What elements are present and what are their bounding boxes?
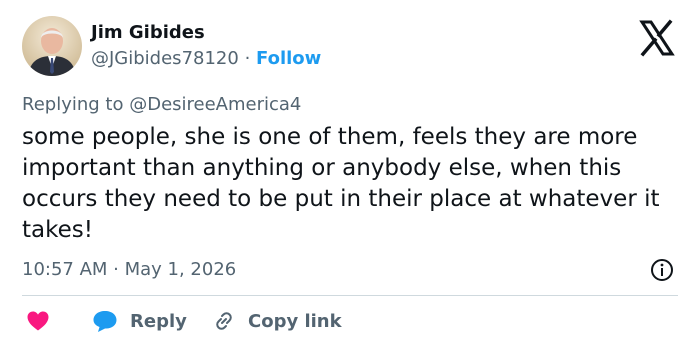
author-name[interactable]: Jim Gibides (91, 21, 205, 45)
author-handle[interactable]: @JGibides78120 (91, 48, 239, 69)
copy-link-button[interactable]: Copy link (212, 305, 342, 337)
replying-prefix: Replying to (22, 94, 124, 115)
divider (22, 295, 678, 296)
separator-dot: · (244, 48, 251, 69)
avatar-image (22, 16, 82, 76)
replying-to: Replying to @DesireeAmerica4 (22, 93, 301, 117)
heart-icon[interactable] (26, 309, 50, 333)
follow-button[interactable]: Follow (256, 48, 321, 69)
tweet-text: some people, she is one of them, feels t… (22, 124, 660, 243)
avatar[interactable] (22, 16, 82, 76)
reply-bubble-icon (93, 311, 117, 332)
reply-button[interactable]: Reply (92, 305, 187, 337)
replying-mention[interactable]: @DesireeAmerica4 (129, 94, 301, 115)
tweet-timestamp[interactable]: 10:57 AM · May 1, 2026 (22, 258, 236, 282)
tweet-card: Jim Gibides @JGibides78120 · Follow Repl… (0, 0, 700, 348)
link-icon (216, 312, 232, 330)
author-handle-line: @JGibides78120 · Follow (91, 47, 321, 71)
x-logo-icon[interactable] (637, 18, 677, 58)
copy-link-label: Copy link (248, 310, 342, 332)
reply-label: Reply (130, 310, 187, 332)
action-bar: Reply Copy link (22, 305, 682, 337)
info-icon[interactable] (650, 258, 674, 282)
